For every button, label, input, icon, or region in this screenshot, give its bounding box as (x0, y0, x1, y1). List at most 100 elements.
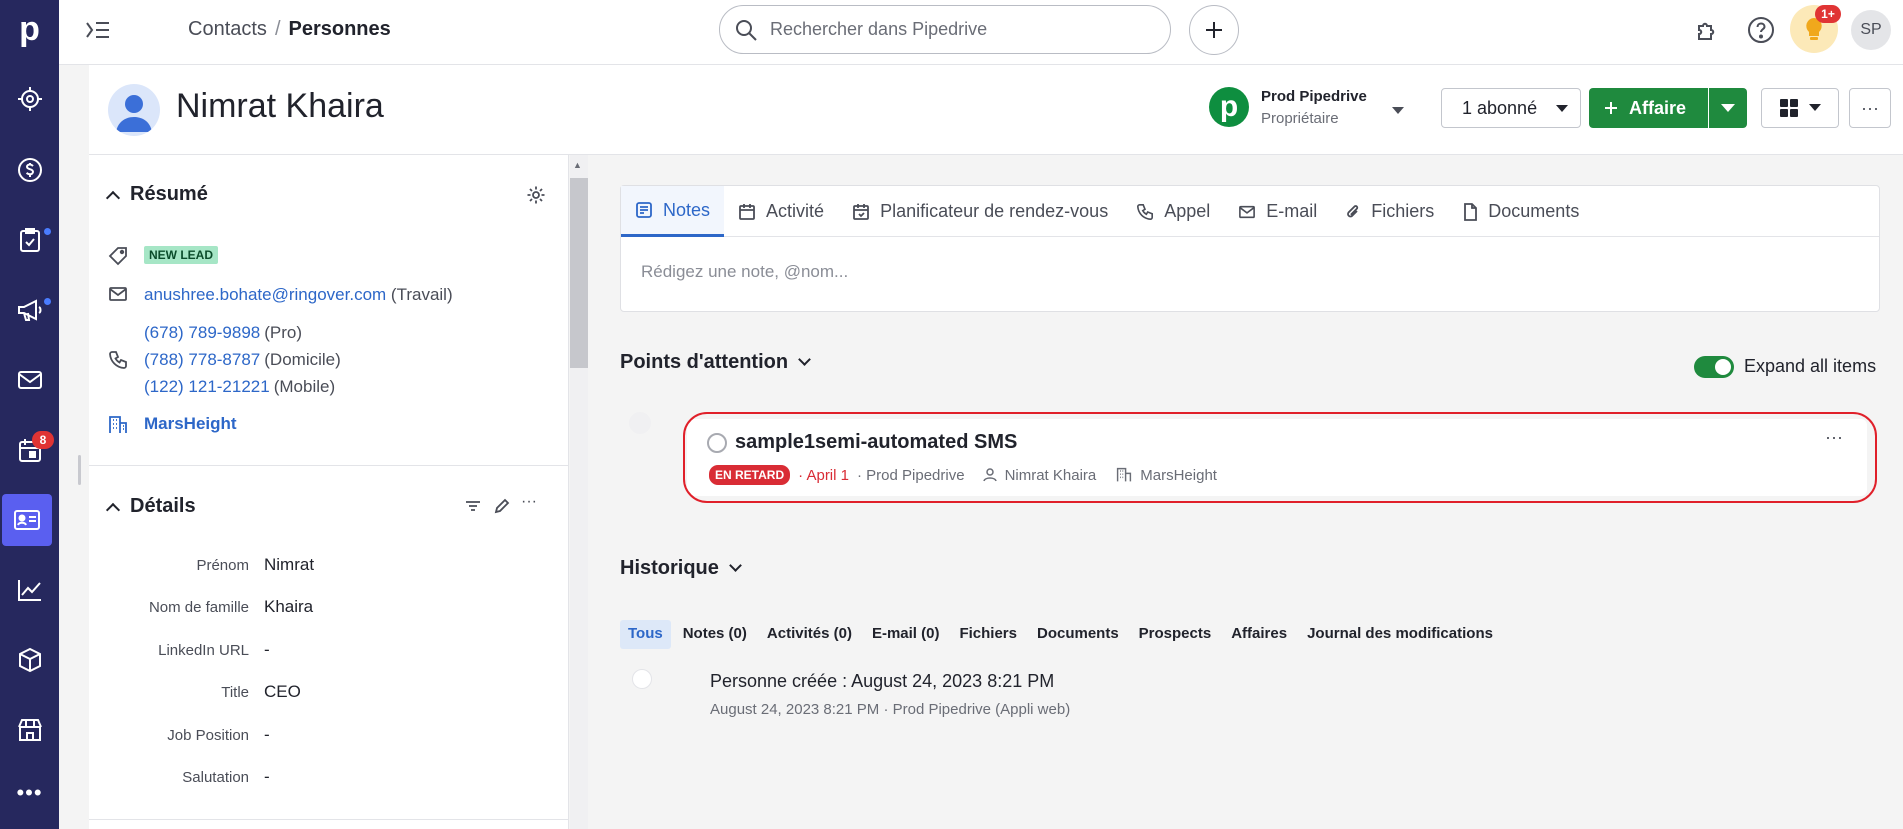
owner-name[interactable]: Prod Pipedrive (1261, 88, 1367, 105)
add-deal-button[interactable]: Affaire (1589, 88, 1708, 128)
history-entry-title: Personne créée : August 24, 2023 8:21 PM (710, 671, 1055, 691)
history-tab-email[interactable]: E-mail (0) (864, 620, 948, 649)
summary-settings-button[interactable] (526, 185, 546, 205)
history-tab-deals[interactable]: Affaires (1223, 620, 1295, 649)
scroll-up-arrow[interactable]: ▲ (573, 160, 582, 170)
focus-section-toggle[interactable]: Points d'attention (620, 351, 811, 374)
owner-dropdown-icon[interactable] (1392, 102, 1404, 120)
nav-calendar[interactable]: 8 (0, 424, 59, 476)
header-more-button[interactable]: ··· (1849, 88, 1891, 128)
phone-link[interactable]: (788) 778-8787 (144, 350, 260, 369)
main-content: Notes Activité Planificateur de rendez-v… (589, 155, 1903, 829)
breadcrumb-current: Personnes (288, 18, 391, 40)
details-more-button[interactable]: ··· (521, 493, 541, 513)
field-label: Job Position (167, 727, 249, 744)
focus-title: Points d'attention (620, 351, 789, 373)
pencil-icon (494, 498, 510, 514)
section-divider (89, 465, 569, 466)
email-icon (108, 285, 128, 305)
sidebar-scrollbar-thumb[interactable] (570, 178, 588, 368)
tab-call[interactable]: Appel (1122, 186, 1224, 237)
extensions-button[interactable] (1689, 12, 1725, 48)
field-value[interactable]: Khaira (264, 597, 313, 617)
phone-link[interactable]: (122) 121-21221 (144, 377, 270, 396)
tab-label: Planificateur de rendez-vous (880, 201, 1109, 221)
help-button[interactable] (1743, 12, 1779, 48)
box-icon (18, 647, 41, 673)
filter-icon (466, 501, 480, 511)
phone-icon (1137, 203, 1154, 220)
phone-icon (108, 350, 128, 370)
user-avatar[interactable]: SP (1851, 10, 1891, 50)
field-value[interactable]: - (264, 640, 270, 660)
history-tab-leads[interactable]: Prospects (1131, 620, 1220, 649)
expand-all-toggle[interactable] (1694, 356, 1734, 378)
history-section-toggle[interactable]: Historique (620, 557, 742, 580)
tab-label: Documents (1488, 201, 1580, 221)
history-tab-all[interactable]: Tous (620, 620, 671, 649)
tab-notes[interactable]: Notes (621, 186, 725, 237)
add-deal-dropdown[interactable] (1709, 88, 1747, 128)
caret-down-icon (1721, 104, 1735, 112)
tab-label: Fichiers (1371, 201, 1435, 221)
field-value[interactable]: - (264, 767, 270, 787)
note-input[interactable]: Rédigez une note, @nom... (641, 262, 848, 282)
summary-section-toggle[interactable]: Résumé (105, 183, 208, 206)
field-value[interactable]: - (264, 725, 270, 745)
details-edit-button[interactable] (493, 497, 513, 517)
field-value[interactable]: Nimrat (264, 555, 314, 575)
timeline-dot (632, 669, 652, 689)
tab-files[interactable]: Fichiers (1331, 186, 1448, 237)
nav-insights[interactable] (0, 564, 59, 616)
nav-mail[interactable] (0, 354, 59, 406)
nav-more-button[interactable]: ••• (0, 780, 59, 806)
history-tab-documents[interactable]: Documents (1029, 620, 1127, 649)
nav-products[interactable] (0, 634, 59, 686)
nav-campaigns[interactable] (0, 284, 59, 336)
phone-link[interactable]: (678) 789-9898 (144, 323, 260, 342)
nav-deals[interactable] (0, 144, 59, 196)
details-section-toggle[interactable]: Détails (105, 495, 196, 518)
pipedrive-logo[interactable]: p (0, 0, 59, 59)
person-name[interactable]: Nimrat Khaira (176, 87, 384, 126)
layout-switch-button[interactable] (1761, 88, 1839, 128)
nav-resize-handle[interactable] (78, 455, 81, 485)
global-search-input[interactable]: Rechercher dans Pipedrive (719, 5, 1171, 54)
email-link[interactable]: anushree.bohate@ringover.com (144, 285, 386, 304)
nav-activities[interactable] (0, 214, 59, 266)
nav-focus[interactable] (0, 73, 59, 125)
composer-tabs: Notes Activité Planificateur de rendez-v… (621, 186, 1879, 237)
organization-link[interactable]: MarsHeight (144, 414, 237, 434)
expand-all-label: Expand all items (1744, 356, 1877, 376)
followers-button[interactable]: 1 abonné (1441, 88, 1581, 128)
details-filter-button[interactable] (464, 497, 484, 517)
history-tab-activities[interactable]: Activités (0) (759, 620, 860, 649)
tab-scheduler[interactable]: Planificateur de rendez-vous (838, 186, 1122, 237)
tab-documents[interactable]: Documents (1448, 186, 1593, 237)
history-tab-files[interactable]: Fichiers (951, 620, 1025, 649)
field-value[interactable]: CEO (264, 682, 301, 702)
campaign-dot (44, 298, 51, 305)
lead-label-badge[interactable]: NEW LEAD (144, 246, 218, 264)
history-tab-changelog[interactable]: Journal des modifications (1299, 620, 1501, 649)
tab-activity[interactable]: Activité (724, 186, 838, 237)
plus-icon (1605, 102, 1617, 114)
label-icon (108, 246, 128, 266)
field-label: LinkedIn URL (158, 642, 249, 659)
add-deal-label: Affaire (1629, 97, 1687, 118)
phone-row-3: (122) 121-21221 (Mobile) (144, 377, 335, 397)
caret-down-icon (1556, 105, 1568, 112)
tab-email[interactable]: E-mail (1224, 186, 1331, 237)
sidebar-toggle-button[interactable] (85, 18, 111, 42)
target-icon (17, 87, 42, 111)
email-type: (Travail) (390, 285, 453, 304)
chevron-up-icon (105, 190, 121, 205)
highlight-outline (683, 412, 1877, 503)
history-tab-notes[interactable]: Notes (0) (675, 620, 755, 649)
nav-marketplace[interactable] (0, 704, 59, 756)
nav-contacts[interactable] (2, 494, 52, 546)
chevron-down-icon (798, 353, 811, 366)
quick-add-button[interactable] (1189, 5, 1239, 55)
breadcrumb-contacts[interactable]: Contacts (188, 18, 267, 40)
chart-icon (17, 580, 41, 601)
